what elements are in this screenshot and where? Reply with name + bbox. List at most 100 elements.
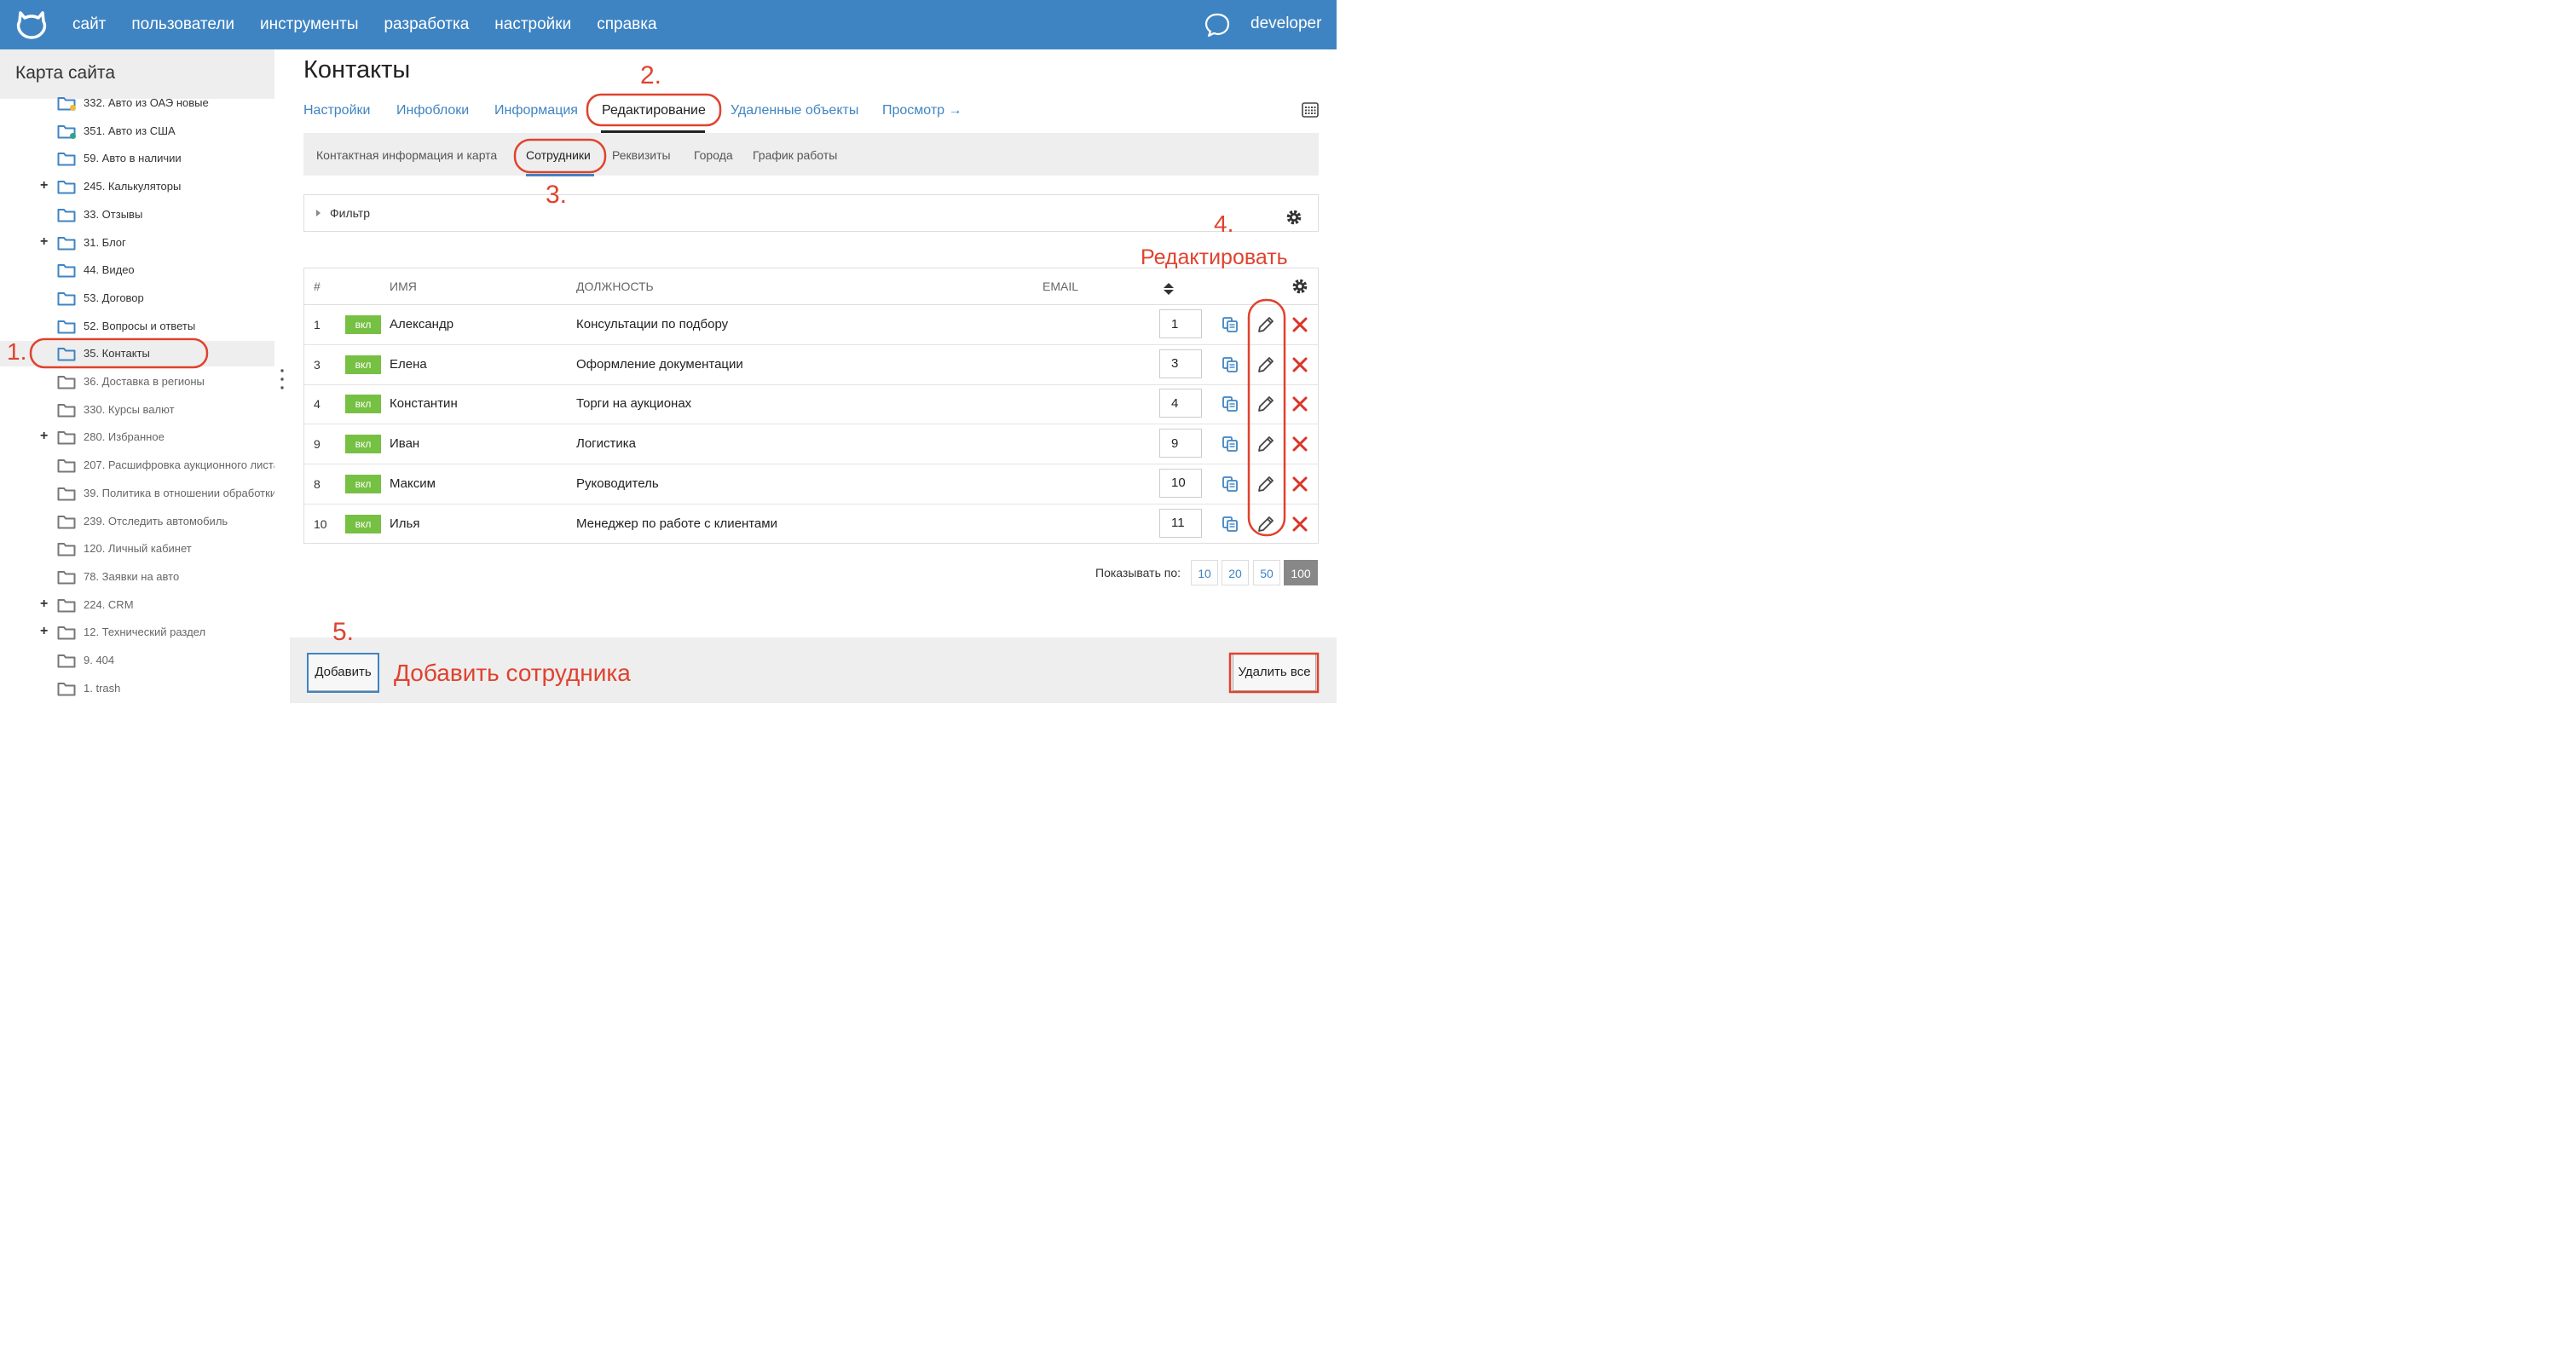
expand-plus-icon[interactable]: + — [40, 234, 48, 250]
sidebar-item[interactable]: 39. Политика в отношении обработки — [0, 481, 274, 506]
nav-users[interactable]: пользователи — [131, 15, 234, 34]
page-size-100[interactable]: 100 — [1284, 560, 1318, 585]
sidebar-item-label: 120. Личный кабинет — [84, 542, 192, 556]
sidebar-item[interactable]: 59. Авто в наличии — [0, 146, 274, 171]
sidebar-item[interactable]: +31. Блог — [0, 230, 274, 256]
folder-icon — [57, 403, 76, 418]
sidebar-item[interactable]: 53. Договор — [0, 285, 274, 311]
copy-icon[interactable] — [1222, 435, 1239, 453]
delete-icon[interactable] — [1291, 316, 1308, 333]
sidebar-item[interactable]: 78. Заявки на авто — [0, 564, 274, 590]
sort-order-input[interactable] — [1159, 429, 1202, 458]
tab-settings[interactable]: Настройки — [303, 103, 370, 118]
nav-development[interactable]: разработка — [384, 15, 469, 34]
page-size-20[interactable]: 20 — [1222, 560, 1249, 585]
delete-icon[interactable] — [1291, 435, 1308, 453]
edit-pencil-icon[interactable] — [1256, 435, 1275, 453]
delete-icon[interactable] — [1291, 395, 1308, 412]
expand-plus-icon[interactable]: + — [40, 429, 48, 444]
copy-icon[interactable] — [1222, 516, 1239, 533]
status-badge[interactable]: вкл — [345, 395, 381, 414]
copy-icon[interactable] — [1222, 395, 1239, 412]
splitter-handle-icon[interactable] — [280, 368, 284, 390]
subtab-schedule[interactable]: График работы — [753, 148, 837, 162]
grid-view-icon[interactable] — [1302, 102, 1319, 118]
sidebar-item[interactable]: 207. Расшифровка аукционного листа — [0, 453, 274, 478]
sidebar-item[interactable]: 120. Личный кабинет — [0, 536, 274, 562]
tab-deleted-objects[interactable]: Удаленные объекты — [731, 103, 858, 118]
expand-plus-icon[interactable]: + — [40, 597, 48, 612]
sort-order-input[interactable] — [1159, 389, 1202, 418]
sort-order-input[interactable] — [1159, 309, 1202, 338]
nav-tools[interactable]: инструменты — [260, 15, 358, 34]
edit-pencil-icon[interactable] — [1256, 395, 1275, 413]
sidebar-item[interactable]: 44. Видео — [0, 257, 274, 283]
edit-pencil-icon[interactable] — [1256, 355, 1275, 374]
copy-icon[interactable] — [1222, 316, 1239, 333]
status-badge[interactable]: вкл — [345, 474, 381, 493]
status-badge[interactable]: вкл — [345, 355, 381, 374]
delete-icon[interactable] — [1291, 476, 1308, 493]
sort-order-input[interactable] — [1159, 468, 1202, 498]
sidebar-item[interactable]: 330. Курсы валют — [0, 397, 274, 423]
tab-editing[interactable]: Редактирование — [602, 103, 706, 118]
add-button[interactable]: Добавить — [308, 654, 378, 691]
edit-pencil-icon[interactable] — [1256, 475, 1275, 493]
sidebar-item[interactable]: 1. trash — [0, 676, 274, 701]
tab-preview[interactable]: Просмотр → — [882, 103, 962, 118]
sidebar-item[interactable]: 239. Отследить автомобиль — [0, 509, 274, 534]
nav-help[interactable]: справка — [597, 15, 656, 34]
filter-label[interactable]: Фильтр — [330, 206, 370, 220]
sidebar-item[interactable]: +224. CRM — [0, 592, 274, 618]
delete-icon[interactable] — [1291, 516, 1308, 533]
sidebar-item[interactable]: 36. Доставка в регионы — [0, 369, 274, 395]
copy-icon[interactable] — [1222, 356, 1239, 373]
status-badge[interactable]: вкл — [345, 315, 381, 334]
table-settings-icon[interactable] — [1291, 278, 1308, 295]
logo-icon[interactable] — [15, 9, 48, 40]
user-menu[interactable]: developer — [1250, 14, 1321, 33]
sort-order-input[interactable] — [1159, 508, 1202, 538]
sidebar-item[interactable]: +245. Калькуляторы — [0, 174, 274, 199]
subtab-cities[interactable]: Города — [694, 148, 733, 162]
tab-information[interactable]: Информация — [494, 103, 578, 118]
sidebar-item[interactable]: 351. Авто из США — [0, 118, 274, 144]
subtab-contact-info[interactable]: Контактная информация и карта — [316, 148, 497, 162]
page-size-50[interactable]: 50 — [1253, 560, 1280, 585]
folder-icon — [57, 97, 76, 111]
sidebar-item[interactable]: 52. Вопросы и ответы — [0, 314, 274, 339]
annotation-step-5: 5. — [332, 618, 355, 646]
sort-order-input[interactable] — [1159, 349, 1202, 378]
sidebar-item[interactable]: +280. Избранное — [0, 424, 274, 450]
nav-settings[interactable]: настройки — [494, 15, 571, 34]
sidebar-item-label: 224. CRM — [84, 597, 134, 611]
chat-icon[interactable] — [1204, 12, 1231, 37]
sidebar-item[interactable]: +12. Технический раздел — [0, 620, 274, 645]
filter-panel[interactable]: Фильтр — [303, 194, 1319, 232]
tab-infoblocks[interactable]: Инфоблоки — [396, 103, 469, 118]
nav-site[interactable]: сайт — [72, 15, 106, 34]
folder-icon — [57, 181, 76, 194]
delete-icon[interactable] — [1291, 356, 1308, 373]
sidebar-item[interactable]: 35. Контакты — [0, 341, 274, 367]
sidebar-item[interactable]: 9. 404 — [0, 648, 274, 673]
subtab-employees[interactable]: Сотрудники — [526, 148, 591, 162]
page-size-10[interactable]: 10 — [1191, 560, 1218, 585]
annotation-step-1: 1. — [7, 338, 27, 365]
sidebar-item[interactable]: 33. Отзывы — [0, 202, 274, 228]
sidebar-item[interactable]: 332. Авто из ОАЭ новые — [0, 90, 274, 116]
delete-all-button[interactable]: Удалить все — [1233, 654, 1316, 691]
edit-pencil-icon[interactable] — [1256, 515, 1275, 533]
edit-pencil-icon[interactable] — [1256, 315, 1275, 334]
folder-icon — [57, 264, 76, 278]
status-badge[interactable]: вкл — [345, 435, 381, 454]
status-badge[interactable]: вкл — [345, 514, 381, 533]
expand-plus-icon[interactable]: + — [40, 624, 48, 639]
expand-plus-icon[interactable]: + — [40, 178, 48, 193]
subtab-requisites[interactable]: Реквизиты — [612, 148, 671, 162]
expand-arrow-icon[interactable] — [316, 210, 321, 216]
sort-icon[interactable] — [1163, 282, 1175, 296]
copy-icon[interactable] — [1222, 476, 1239, 493]
filter-settings-icon[interactable] — [1285, 209, 1302, 226]
row-id: 4 — [314, 397, 321, 412]
